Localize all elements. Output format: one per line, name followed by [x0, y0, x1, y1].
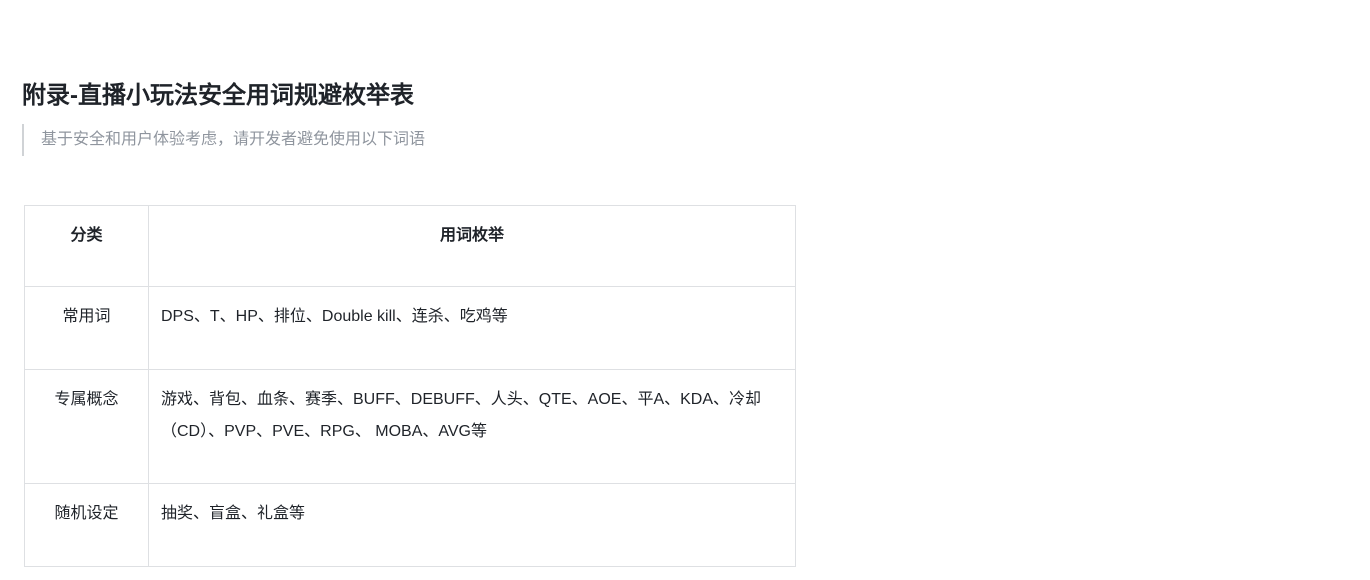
words-cell: DPS、T、HP、排位、Double kill、连杀、吃鸡等 [148, 286, 796, 370]
quote-text: 基于安全和用户体验考虑，请开发者避免使用以下词语 [41, 131, 426, 148]
page-title: 附录-直播小玩法安全用词规避枚举表 [22, 82, 414, 109]
words-cell: 抽奖、盲盒、礼盒等 [148, 483, 796, 567]
table-row: 专属概念 游戏、背包、血条、赛季、BUFF、DEBUFF、人头、QTE、AOE、… [24, 369, 796, 484]
words-cell: 游戏、背包、血条、赛季、BUFF、DEBUFF、人头、QTE、AOE、平A、KD… [148, 369, 796, 484]
header-words: 用词枚举 [148, 205, 796, 287]
header-category: 分类 [24, 205, 149, 287]
table-row: 常用词 DPS、T、HP、排位、Double kill、连杀、吃鸡等 [24, 286, 796, 370]
table-header-row: 分类 用词枚举 [24, 205, 796, 287]
table-row: 随机设定 抽奖、盲盒、礼盒等 [24, 483, 796, 567]
category-cell: 常用词 [24, 286, 149, 370]
category-cell: 随机设定 [24, 483, 149, 567]
category-cell: 专属概念 [24, 369, 149, 484]
quote-block: 基于安全和用户体验考虑，请开发者避免使用以下词语 [22, 124, 425, 156]
word-table: 分类 用词枚举 常用词 DPS、T、HP、排位、Double kill、连杀、吃… [24, 205, 796, 567]
